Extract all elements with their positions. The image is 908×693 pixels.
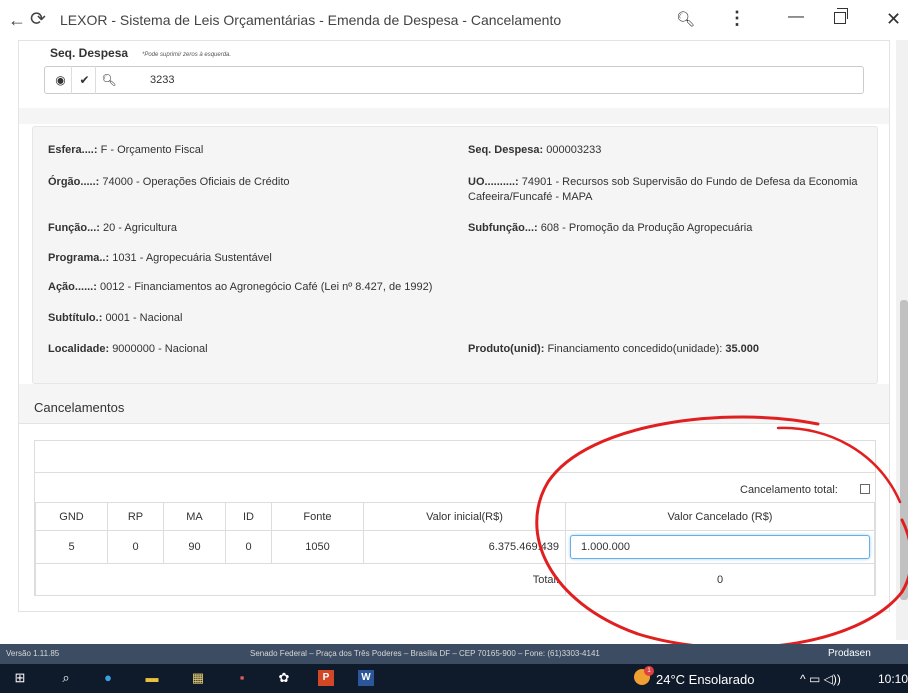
edge-browser-icon[interactable]: ● [100,670,116,686]
col-ma: MA [163,502,226,531]
cell-ma: 90 [163,530,226,564]
seq-despesa-input[interactable]: 3233 [150,74,174,86]
scrollbar-thumb[interactable] [900,300,908,600]
table-header-row: GND RP MA ID Fonte Valor inicial(R$) Val… [35,502,875,531]
taskbar-search-icon[interactable]: ⌕ [58,670,74,686]
minimize-icon[interactable]: — [788,8,804,26]
localidade-info: Localidade: 9000000 - Nacional [48,343,208,355]
col-id: ID [225,502,272,531]
col-gnd: GND [35,502,108,531]
reload-icon[interactable]: ⟳ [30,9,52,31]
weather-text[interactable]: 24°C Ensolarado [656,672,754,687]
valor-cancelado-input[interactable] [570,535,870,559]
cancelamento-total-label: Cancelamento total: [740,484,838,496]
cancelamentos-header-band [19,384,889,424]
uo-info: UO..........: 74901 - Recursos sob Super… [468,176,858,203]
app-icon[interactable]: ▪ [234,670,250,686]
seq-despesa-hint: *Pode suprimir zeros à esquerda. [142,52,232,58]
total-row: Total: 0 [35,563,875,596]
prodasen-logo: Prodasen [828,648,871,659]
confirm-check-icon[interactable]: ✔ [74,66,96,94]
version-label: Versão 1.11.85 [6,649,60,658]
subtitulo-info: Subtítulo.: 0001 - Nacional [48,312,183,324]
section-separator [19,108,889,124]
cancelamentos-table: GND RP MA ID Fonte Valor inicial(R$) Val… [35,502,875,596]
cancelamentos-title: Cancelamentos [34,400,125,415]
restore-icon[interactable] [834,8,848,24]
cancelamento-total-checkbox[interactable] [860,484,870,494]
table-row: 5 0 90 0 1050 6.375.469.439 [35,530,875,564]
programa-info: Programa..: 1031 - Agropecuária Sustentá… [48,252,272,264]
produto-info: Produto(unid): Financiamento concedido(u… [468,343,760,355]
windows-taskbar: ⊞ ⌕ ● ▬ ▦ ▪ ✿ P W 1 24°C Ensolarado ^ ▭ … [0,664,908,693]
cell-fonte: 1050 [271,530,364,564]
esfera-info: Esfera....: F - Orçamento Fiscal [48,144,204,156]
notification-badge: 1 [644,666,654,676]
powerpoint-icon[interactable]: P [318,670,334,686]
total-label: Total: [35,563,566,596]
search-icon[interactable]: 🔍︎ [98,66,120,94]
seq-despesa-label: Seq. Despesa [50,46,129,60]
cell-valor-inicial: 6.375.469.439 [363,530,566,564]
window-title: LEXOR - Sistema de Leis Orçamentárias - … [60,12,562,28]
radio-target-icon[interactable]: ◉ [50,66,72,94]
store-icon[interactable]: ▦ [190,670,206,686]
cell-id: 0 [225,530,272,564]
col-rp: RP [107,502,164,531]
cell-gnd: 5 [35,530,108,564]
settings-gear-icon[interactable]: ✿ [276,670,292,686]
cell-valor-cancelado [565,530,875,564]
windows-start-icon[interactable]: ⊞ [12,670,28,686]
col-valor-cancelado: Valor Cancelado (R$) [565,502,875,531]
taskbar-clock[interactable]: 10:10 [878,672,908,686]
orgao-info: Órgão.....: 74000 - Operações Oficiais d… [48,176,290,188]
back-arrow-icon[interactable]: ← [8,10,28,30]
app-footer: Versão 1.11.85 Senado Federal – Praça do… [0,644,908,664]
close-icon[interactable]: ✕ [886,9,901,30]
funcao-info: Função...: 20 - Agricultura [48,222,177,234]
system-tray-icons[interactable]: ^ ▭ ◁)) [800,672,841,686]
zoom-search-icon[interactable]: 🔍︎ [676,10,695,28]
seq-despesa-info: Seq. Despesa: 000003233 [468,144,602,156]
file-explorer-icon[interactable]: ▬ [144,670,160,686]
col-valor-inicial: Valor inicial(R$) [363,502,566,531]
subfuncao-info: Subfunção...: 608 - Promoção da Produção… [468,222,753,234]
browser-title-bar: ← ⟳ LEXOR - Sistema de Leis Orçamentária… [0,0,908,40]
total-value: 0 [565,563,875,596]
acao-info: Ação......: 0012 - Financiamentos ao Agr… [48,281,433,293]
word-icon[interactable]: W [358,670,374,686]
more-menu-icon[interactable]: ⋮ [728,8,746,29]
cell-rp: 0 [107,530,164,564]
footer-address: Senado Federal – Praça dos Três Poderes … [250,649,600,658]
col-fonte: Fonte [271,502,364,531]
table-divider [34,472,876,473]
